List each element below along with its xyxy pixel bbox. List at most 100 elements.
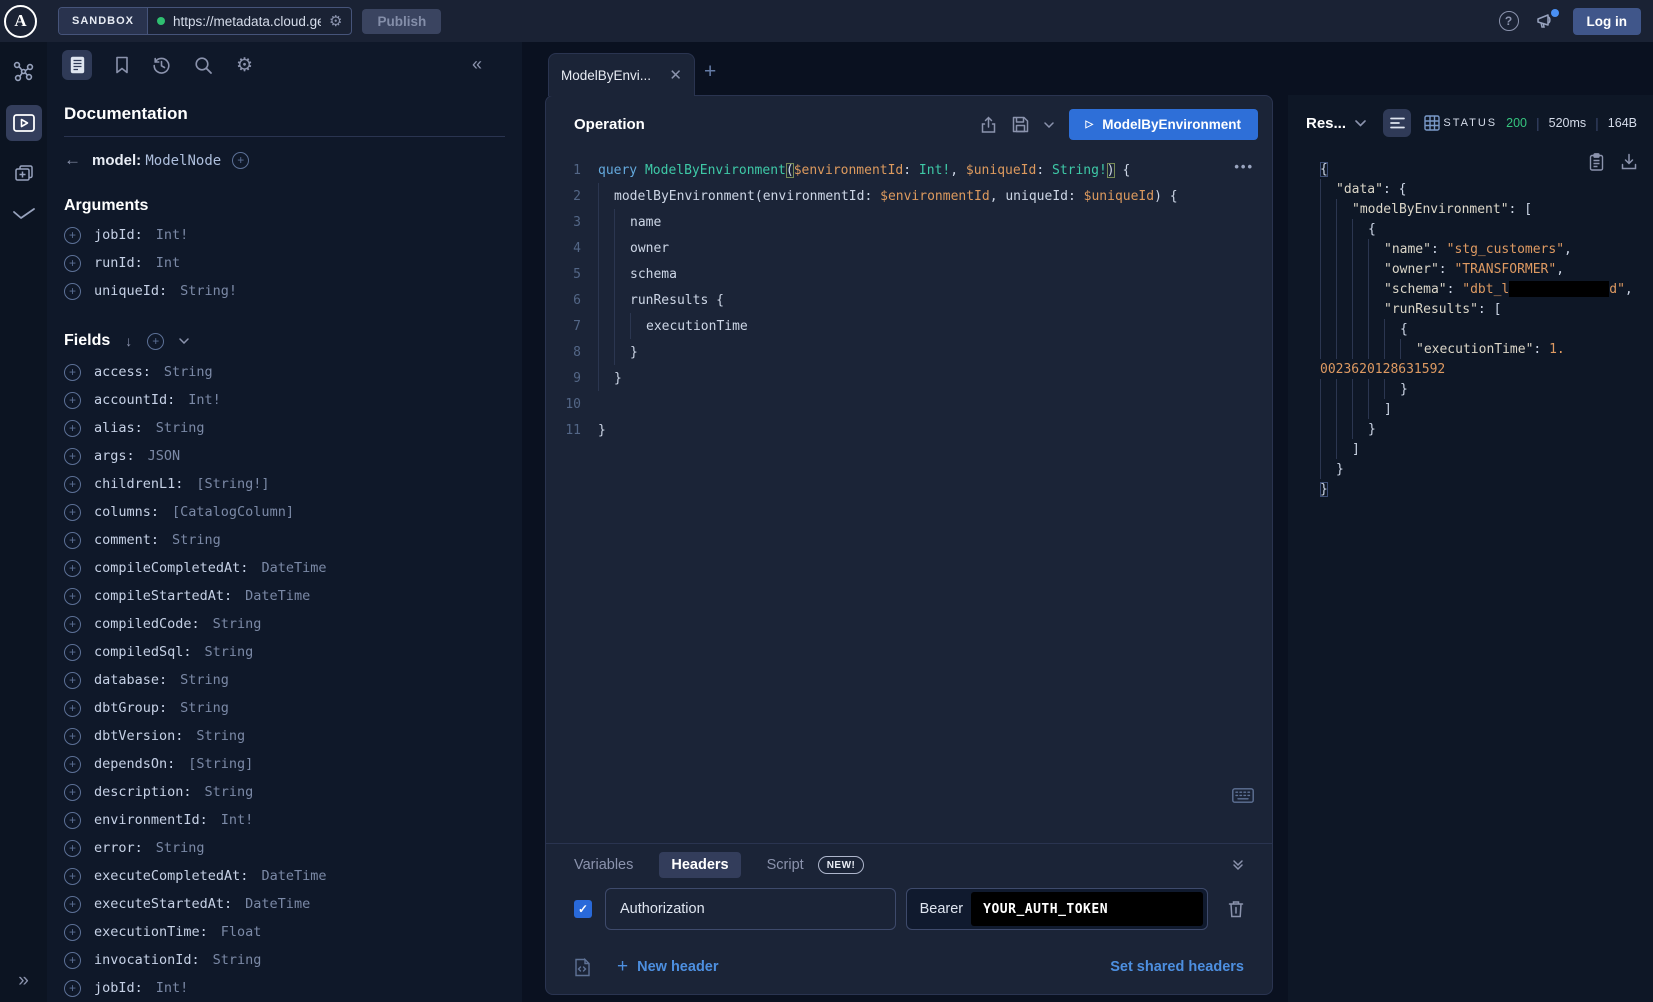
endpoint-url-input[interactable]: https://metadata.cloud.get ⚙: [148, 8, 351, 34]
tab-headers[interactable]: Headers: [659, 852, 740, 878]
field-row[interactable]: +dependsOn:[String]: [64, 750, 505, 778]
add-field-icon[interactable]: +: [64, 700, 81, 717]
save-menu-chevron-icon[interactable]: [1044, 122, 1054, 128]
add-field-icon[interactable]: +: [64, 504, 81, 521]
add-field-icon[interactable]: +: [64, 868, 81, 885]
add-field-icon[interactable]: +: [64, 924, 81, 941]
chevron-down-icon[interactable]: [179, 338, 189, 344]
collapse-section-icon[interactable]: [1232, 859, 1244, 871]
code-line[interactable]: 1query ModelByEnvironment($environmentId…: [546, 157, 1272, 183]
add-field-icon[interactable]: +: [64, 728, 81, 745]
code-line[interactable]: 10: [546, 391, 1272, 417]
add-all-fields-icon[interactable]: +: [147, 333, 164, 350]
publish-button[interactable]: Publish: [362, 9, 441, 34]
checks-nav-item[interactable]: [12, 207, 36, 221]
add-field-icon[interactable]: +: [64, 364, 81, 381]
add-field-icon[interactable]: +: [64, 283, 81, 300]
field-row[interactable]: +executeStartedAt:DateTime: [64, 890, 505, 918]
expand-rail-button[interactable]: »: [0, 970, 47, 992]
field-row[interactable]: +database:String: [64, 666, 505, 694]
field-row[interactable]: +environmentId:Int!: [64, 806, 505, 834]
field-row[interactable]: +description:String: [64, 778, 505, 806]
delete-header-button[interactable]: [1228, 900, 1244, 918]
response-dropdown-icon[interactable]: [1355, 120, 1366, 127]
field-row[interactable]: +compiledCode:String: [64, 610, 505, 638]
add-field-icon[interactable]: +: [64, 980, 81, 997]
sort-descending-icon[interactable]: ↓: [125, 333, 132, 349]
run-operation-button[interactable]: ▷ ModelByEnvironment: [1069, 109, 1258, 140]
argument-row[interactable]: +jobId:Int!: [64, 221, 505, 249]
header-name-input[interactable]: Authorization: [605, 888, 896, 930]
field-row[interactable]: +executeCompletedAt:DateTime: [64, 862, 505, 890]
help-icon[interactable]: ?: [1499, 11, 1519, 31]
code-line[interactable]: 4owner: [546, 235, 1272, 261]
field-row[interactable]: +dbtVersion:String: [64, 722, 505, 750]
new-header-button[interactable]: New header: [637, 959, 718, 975]
docs-settings-icon[interactable]: ⚙: [236, 56, 253, 75]
endpoint-settings-icon[interactable]: ⚙: [329, 14, 342, 29]
add-field-icon[interactable]: +: [64, 227, 81, 244]
raw-view-button-selected[interactable]: [1383, 109, 1411, 137]
add-field-icon[interactable]: +: [232, 152, 249, 169]
add-field-icon[interactable]: +: [64, 644, 81, 661]
model-type-link[interactable]: ModelNode: [145, 153, 221, 169]
collapse-panel-icon[interactable]: «: [472, 54, 482, 75]
add-field-icon[interactable]: +: [64, 588, 81, 605]
field-row[interactable]: +access:String: [64, 358, 505, 386]
tab-script[interactable]: Script: [767, 857, 804, 873]
copy-response-icon[interactable]: [1589, 153, 1604, 171]
announcements-button[interactable]: [1536, 12, 1556, 30]
add-field-icon[interactable]: +: [64, 560, 81, 577]
argument-row[interactable]: +runId:Int: [64, 249, 505, 277]
schema-graph-nav-item[interactable]: [12, 60, 35, 83]
explorer-nav-item-selected[interactable]: [6, 105, 42, 141]
download-response-icon[interactable]: [1621, 153, 1637, 170]
header-value-input[interactable]: Bearer YOUR_AUTH_TOKEN: [906, 888, 1208, 930]
set-shared-headers-link[interactable]: Set shared headers: [1110, 959, 1244, 975]
field-row[interactable]: +accountId:Int!: [64, 386, 505, 414]
add-field-icon[interactable]: +: [64, 952, 81, 969]
add-field-icon[interactable]: +: [64, 672, 81, 689]
field-row[interactable]: +dbtGroup:String: [64, 694, 505, 722]
field-row[interactable]: +columns:[CatalogColumn]: [64, 498, 505, 526]
editor-more-options-icon[interactable]: •••: [1234, 159, 1254, 174]
docs-tab-button-selected[interactable]: [62, 50, 92, 80]
code-line[interactable]: 6runResults {: [546, 287, 1272, 313]
close-tab-icon[interactable]: ✕: [669, 66, 682, 84]
back-arrow-icon[interactable]: ←: [64, 150, 81, 170]
add-field-icon[interactable]: +: [64, 616, 81, 633]
add-field-icon[interactable]: +: [64, 896, 81, 913]
keyboard-shortcuts-icon[interactable]: [1232, 788, 1254, 803]
code-line[interactable]: 8}: [546, 339, 1272, 365]
add-field-icon[interactable]: +: [64, 476, 81, 493]
field-row[interactable]: +compiledSql:String: [64, 638, 505, 666]
field-row[interactable]: +compileCompletedAt:DateTime: [64, 554, 505, 582]
add-field-icon[interactable]: +: [64, 840, 81, 857]
add-field-icon[interactable]: +: [64, 812, 81, 829]
tab-variables[interactable]: Variables: [574, 857, 633, 873]
search-icon[interactable]: [194, 56, 213, 75]
add-field-icon[interactable]: +: [64, 784, 81, 801]
field-row[interactable]: +alias:String: [64, 414, 505, 442]
changelog-nav-item[interactable]: [13, 163, 35, 185]
field-row[interactable]: +error:String: [64, 834, 505, 862]
field-row[interactable]: +args:JSON: [64, 442, 505, 470]
code-line[interactable]: 11}: [546, 417, 1272, 443]
history-icon[interactable]: [152, 56, 171, 75]
share-icon[interactable]: [980, 116, 997, 134]
bookmark-icon[interactable]: [115, 56, 129, 74]
operation-tab[interactable]: ModelByEnvi... ✕: [548, 53, 695, 96]
query-editor[interactable]: 1query ModelByEnvironment($environmentId…: [546, 149, 1272, 843]
header-enabled-checkbox[interactable]: ✓: [574, 900, 592, 918]
new-tab-button[interactable]: +: [704, 60, 716, 84]
table-view-button[interactable]: [1424, 115, 1440, 131]
auth-token-value[interactable]: YOUR_AUTH_TOKEN: [971, 892, 1203, 926]
code-line[interactable]: 2modelByEnvironment(environmentId: $envi…: [546, 183, 1272, 209]
argument-row[interactable]: +uniqueId:String!: [64, 277, 505, 305]
code-line[interactable]: 7executionTime: [546, 313, 1272, 339]
header-script-icon[interactable]: [574, 958, 591, 977]
add-field-icon[interactable]: +: [64, 756, 81, 773]
save-icon[interactable]: [1012, 116, 1029, 133]
field-row[interactable]: +jobId:Int!: [64, 974, 505, 1002]
add-field-icon[interactable]: +: [64, 532, 81, 549]
